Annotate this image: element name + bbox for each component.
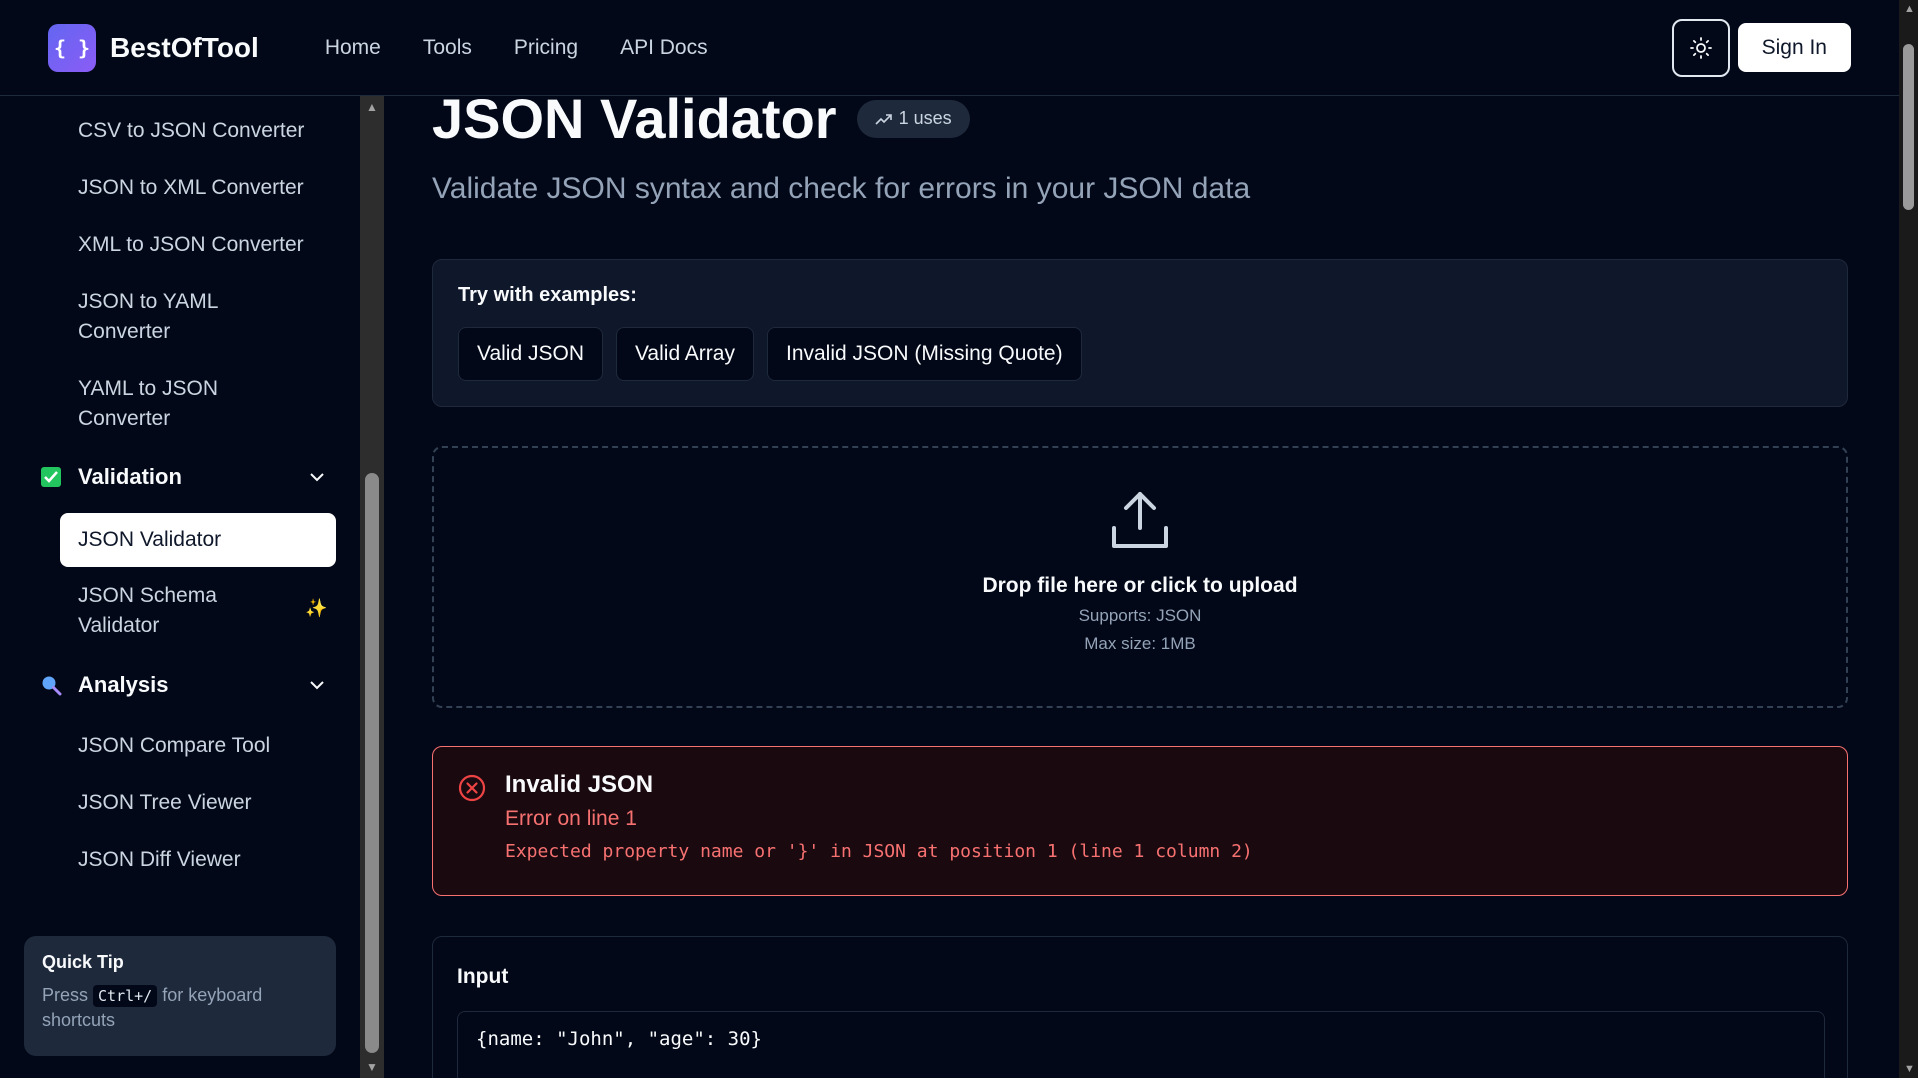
header-actions: Sign In: [1671, 18, 1851, 77]
logo-icon[interactable]: { }: [48, 23, 96, 72]
sidebar-item-json-tree-viewer[interactable]: JSON Tree Viewer: [78, 788, 338, 818]
scroll-up-arrow-icon[interactable]: ▲: [1904, 3, 1915, 15]
example-invalid-json-button[interactable]: Invalid JSON (Missing Quote): [766, 327, 1082, 381]
quick-tip-body: Press Ctrl+/ for keyboard shortcuts: [42, 983, 318, 1032]
page-subtitle: Validate JSON syntax and check for error…: [432, 172, 1251, 205]
sidebar-group-label: Analysis: [78, 672, 169, 697]
trending-up-icon: [875, 113, 892, 125]
magnifier-icon: [42, 676, 62, 696]
sidebar-item-label: JSON Validator: [78, 528, 222, 551]
chevron-down-icon: [310, 473, 324, 482]
dropzone-max-size: Max size: 1MB: [1084, 634, 1196, 653]
input-label: Input: [457, 965, 509, 988]
sparkle-icon: ✨: [305, 598, 328, 618]
examples-card: Try with examples: Valid JSON Valid Arra…: [432, 259, 1848, 407]
sun-icon: [1689, 36, 1712, 59]
error-line: Error on line 1: [505, 807, 637, 830]
dropzone-supports: Supports: JSON: [1078, 606, 1202, 625]
nav-api-docs[interactable]: API Docs: [620, 36, 708, 60]
sidebar-group-label: Validation: [78, 464, 182, 489]
example-valid-json-button[interactable]: Valid JSON: [458, 327, 603, 381]
top-header: { } BestOfTool Home Tools Pricing API Do…: [0, 0, 1899, 96]
upload-icon: [1112, 492, 1168, 548]
quick-tip-title: Quick Tip: [42, 952, 124, 972]
quick-tip-card: Quick Tip Press Ctrl+/ for keyboard shor…: [24, 936, 336, 1056]
sidebar: CSV to JSON Converter JSON to XML Conver…: [0, 96, 360, 1078]
main-nav: Home Tools Pricing API Docs: [325, 36, 750, 60]
sidebar-item-csv-to-json[interactable]: CSV to JSON Converter: [78, 116, 338, 146]
sidebar-group-validation[interactable]: Validation: [40, 464, 330, 490]
uses-count: 1 uses: [898, 108, 952, 128]
sidebar-item-json-to-yaml[interactable]: JSON to YAML Converter: [78, 287, 278, 347]
error-message: Expected property name or '}' in JSON at…: [505, 841, 1253, 862]
sidebar-item-yaml-to-json[interactable]: YAML to JSON Converter: [78, 374, 278, 434]
nav-tools[interactable]: Tools: [423, 36, 472, 60]
example-buttons: Valid JSON Valid Array Invalid JSON (Mis…: [458, 327, 1822, 381]
sidebar-item-json-to-xml[interactable]: JSON to XML Converter: [78, 173, 338, 203]
nav-pricing[interactable]: Pricing: [514, 36, 578, 60]
dropzone-title: Drop file here or click to upload: [982, 574, 1298, 597]
sidebar-item-json-schema-validator[interactable]: JSON Schema Validator: [78, 581, 238, 641]
error-circle-icon: [458, 774, 486, 802]
sidebar-item-json-compare[interactable]: JSON Compare Tool: [78, 731, 338, 761]
json-input-textarea[interactable]: {name: "John", "age": 30}: [457, 1011, 1825, 1078]
uses-badge: 1 uses: [856, 99, 970, 138]
examples-title: Try with examples:: [458, 284, 637, 306]
checkbox-icon: [41, 467, 61, 487]
theme-toggle-button[interactable]: [1671, 18, 1730, 77]
error-title: Invalid JSON: [505, 771, 654, 798]
input-card: Input {name: "John", "age": 30}: [432, 936, 1848, 1078]
error-alert: Invalid JSON Error on line 1 Expected pr…: [432, 746, 1848, 896]
page-scrollbar-thumb[interactable]: [1903, 44, 1914, 210]
sign-in-button[interactable]: Sign In: [1737, 23, 1851, 72]
example-valid-array-button[interactable]: Valid Array: [615, 327, 754, 381]
page-scrollbar[interactable]: ▲ ▼: [1899, 0, 1918, 1078]
scroll-up-arrow-icon[interactable]: ▲: [366, 100, 378, 114]
sidebar-item-xml-to-json[interactable]: XML to JSON Converter: [78, 230, 338, 260]
sidebar-scrollbar[interactable]: ▲ ▼: [360, 96, 384, 1078]
sidebar-scrollbar-thumb[interactable]: [365, 473, 379, 1053]
file-upload-dropzone[interactable]: Drop file here or click to upload Suppor…: [432, 446, 1848, 708]
sidebar-group-analysis[interactable]: Analysis: [40, 672, 330, 698]
brand-name[interactable]: BestOfTool: [110, 32, 259, 64]
quick-tip-press: Press: [42, 985, 89, 1005]
sidebar-item-json-diff-viewer[interactable]: JSON Diff Viewer: [78, 845, 338, 875]
nav-home[interactable]: Home: [325, 36, 381, 60]
scroll-down-arrow-icon[interactable]: ▼: [366, 1060, 378, 1074]
chevron-down-icon: [310, 681, 324, 690]
scroll-down-arrow-icon[interactable]: ▼: [1904, 1063, 1915, 1075]
shortcut-key: Ctrl+/: [93, 985, 158, 1007]
sidebar-item-json-validator[interactable]: JSON Validator: [60, 513, 336, 567]
